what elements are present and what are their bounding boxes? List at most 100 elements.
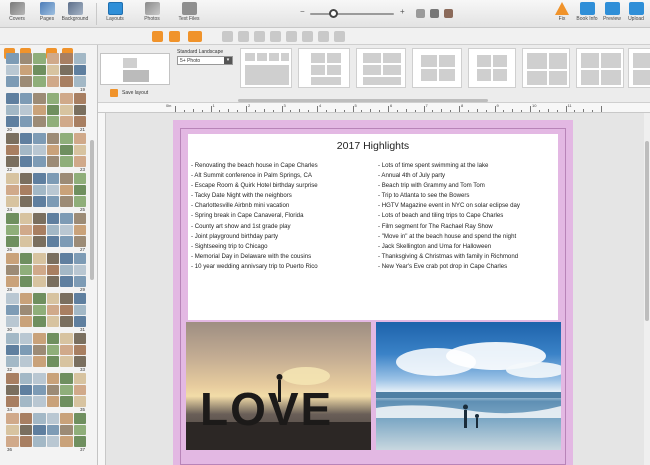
page-thumbnail-row[interactable]: 34 35 [4, 373, 88, 413]
page-thumbnail[interactable] [6, 93, 86, 127]
page-thumbnail-row[interactable]: 22 23 [4, 133, 88, 173]
ruler-tick [512, 109, 514, 112]
page-thumbnail-row[interactable]: 20 21 [4, 93, 88, 133]
photo-love-sunset[interactable]: LOVE [186, 322, 371, 450]
align-middle-icon[interactable] [286, 31, 297, 42]
page-numbers: 36 37 [6, 447, 86, 453]
photo-beach-kids[interactable] [376, 322, 561, 450]
page-thumbnail-row[interactable]: 28 29 [4, 253, 88, 293]
page-thumbnail[interactable] [6, 333, 86, 367]
thumbnail-photo [6, 384, 19, 396]
ruler-tick [192, 109, 194, 112]
layout-option[interactable] [576, 48, 624, 88]
text-files-button[interactable]: Text Files [174, 2, 204, 26]
ruler-tick [432, 110, 434, 112]
distribute-horizontal-icon[interactable] [318, 31, 329, 42]
layout-option[interactable] [412, 48, 462, 88]
spread-view-icon[interactable] [444, 9, 453, 18]
thumbnail-photo [46, 424, 59, 436]
background-button[interactable]: Background [60, 2, 90, 26]
secondary-toolbar [0, 28, 650, 45]
page-thumbnail-row[interactable]: 30 31 [4, 293, 88, 333]
thumbnail-photo [73, 276, 86, 287]
layouts-button[interactable]: Layouts [100, 2, 130, 26]
align-center-icon[interactable] [238, 31, 249, 42]
thumbnail-photo [6, 76, 19, 87]
page-thumbnail[interactable] [6, 53, 86, 87]
page-thumbnail-row[interactable]: 36 37 [4, 413, 88, 453]
page-number-right: 31 [79, 327, 85, 332]
canvas-scrollbar-thumb[interactable] [645, 141, 649, 321]
thumbnail-photo [73, 396, 86, 407]
thumbnail-photo [60, 173, 73, 184]
zoom-out-icon[interactable]: − [300, 7, 305, 16]
page-thumbnail-row[interactable]: 32 33 [4, 333, 88, 373]
zoom-slider[interactable]: − + [300, 7, 415, 19]
ruler-tick [361, 110, 363, 112]
covers-button[interactable]: Covers [2, 2, 32, 26]
single-page-icon[interactable] [430, 9, 439, 18]
thumbnail-photo [46, 396, 59, 407]
layout-option[interactable] [356, 48, 406, 88]
thumbnail-photo [60, 213, 73, 224]
photo-count-select[interactable]: 5+ Photo ▾ [177, 56, 233, 65]
distribute-vertical-icon[interactable] [334, 31, 345, 42]
insert-photo-icon[interactable] [169, 31, 180, 42]
highlights-textbox[interactable]: 2017 Highlights - Renovating the beach h… [188, 134, 558, 320]
pages-button[interactable]: Pages [32, 2, 62, 26]
page-thumbnail[interactable] [6, 293, 86, 327]
thumbnail-photo [33, 424, 46, 436]
current-layout-thumbnail[interactable] [100, 53, 170, 85]
page-thumbnail[interactable] [6, 413, 86, 447]
thumbnail-photo [60, 413, 73, 424]
thumbnail-photo [60, 236, 73, 247]
photo-count-value: 5+ Photo [180, 58, 201, 64]
ruler-tick [308, 110, 310, 112]
upload-button[interactable]: Upload [622, 2, 650, 26]
align-right-icon[interactable] [254, 31, 265, 42]
page-thumbnail[interactable] [6, 253, 86, 287]
thumbnail-photo [60, 144, 73, 156]
zoom-handle[interactable] [328, 9, 338, 18]
align-left-icon[interactable] [222, 31, 233, 42]
fit-page-icon[interactable] [416, 9, 425, 18]
thumbnail-photo [33, 173, 46, 184]
align-bottom-icon[interactable] [302, 31, 313, 42]
canvas-scrollbar[interactable] [644, 113, 650, 465]
layout-option[interactable] [298, 48, 350, 88]
page-thumbnail-row[interactable]: 19 [4, 53, 88, 93]
thumbnail-photo [73, 104, 86, 116]
highlights-right-column: - Lots of time spent swimming at the lak… [378, 161, 520, 272]
zoom-in-icon[interactable]: + [400, 7, 405, 16]
page-number-left: 36 [7, 447, 13, 452]
zoom-track[interactable] [310, 13, 394, 15]
page-thumbnail[interactable] [6, 173, 86, 207]
page-thumbnail-list[interactable]: 19 20 21 22 23 24 25 26 27 28 29 30 31 32 33 34 35 36 37 [4, 53, 88, 453]
page-thumbnail[interactable] [6, 133, 86, 167]
page-thumbnail[interactable] [6, 373, 86, 407]
thumbnail-photo [60, 333, 73, 344]
ruler-tick [459, 106, 460, 112]
page-thumbnail-row[interactable]: 26 27 [4, 213, 88, 253]
thumbnail-photo [33, 304, 46, 316]
pages-scrollbar[interactable] [90, 140, 94, 280]
shapes-dropdown-icon[interactable] [188, 31, 202, 42]
ruler-tick [450, 110, 452, 112]
layout-option[interactable] [628, 48, 650, 88]
insert-textbox-icon[interactable] [152, 31, 163, 42]
thumbnail-photo [73, 156, 86, 167]
align-top-icon[interactable] [270, 31, 281, 42]
thumbnail-photo [33, 144, 46, 156]
page-thumbnail[interactable] [6, 213, 86, 247]
thumbnail-photo [60, 356, 73, 367]
page-number-right: 19 [79, 87, 85, 92]
layout-option[interactable] [468, 48, 516, 88]
photos-button[interactable]: Photos [137, 2, 167, 26]
layout-option[interactable] [240, 48, 292, 88]
thumbnail-photo [73, 344, 86, 356]
ruler-tick [210, 106, 212, 112]
page-thumbnail-row[interactable]: 24 25 [4, 173, 88, 213]
layout-option[interactable] [522, 48, 570, 88]
ruler-number: 4 [319, 103, 322, 108]
layout-strip-scrollbar[interactable] [238, 99, 488, 102]
